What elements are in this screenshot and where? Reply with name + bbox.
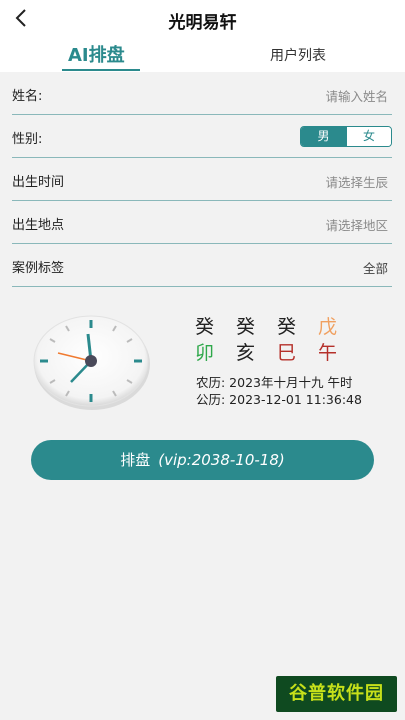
hour-branch: 午 <box>318 342 338 364</box>
gender-male-option[interactable]: 男 <box>301 127 346 146</box>
name-input[interactable]: 请输入姓名 <box>325 86 388 105</box>
gender-row: 性别: 男 女 <box>12 115 392 158</box>
paipan-button-label: 排盘 <box>120 451 151 469</box>
bazi-pillars: 癸 癸 癸 戊 卯 亥 巳 午 <box>195 314 346 366</box>
birth-time-label: 出生时间 <box>12 175 65 190</box>
hour-stem: 戊 <box>318 316 338 338</box>
tab-ai-paipan[interactable]: AI排盘 <box>68 41 125 67</box>
top-bar: 光明易轩 <box>0 0 405 38</box>
birth-place-row[interactable]: 出生地点 请选择地区 <box>12 201 392 244</box>
year-branch: 卯 <box>195 342 215 364</box>
birth-place-picker[interactable]: 请选择地区 <box>325 215 388 234</box>
tab-user-list[interactable]: 用户列表 <box>270 45 326 65</box>
gender-toggle[interactable]: 男 女 <box>300 126 392 147</box>
name-label: 姓名: <box>12 89 43 104</box>
page-title: 光明易轩 <box>168 13 237 33</box>
vip-expiry: (vip:2038-10-18) <box>158 451 285 469</box>
watermark-logo: 谷普软件园 <box>276 676 397 712</box>
year-stem: 癸 <box>195 316 215 338</box>
day-branch: 巳 <box>277 342 297 364</box>
active-tab-indicator <box>62 69 140 71</box>
case-tag-select[interactable]: 全部 <box>363 258 388 277</box>
gender-label: 性别: <box>12 132 43 147</box>
month-branch: 亥 <box>236 342 256 364</box>
case-tag-label: 案例标签 <box>12 261 65 276</box>
gender-female-option[interactable]: 女 <box>345 127 391 146</box>
earthly-branches-row: 卯 亥 巳 午 <box>195 340 346 366</box>
month-stem: 癸 <box>236 316 256 338</box>
birth-time-row[interactable]: 出生时间 请选择生辰 <box>12 158 392 201</box>
day-stem: 癸 <box>277 316 297 338</box>
solar-date: 公历: 2023-12-01 11:36:48 <box>196 392 362 407</box>
clock-icon <box>33 315 150 410</box>
case-tag-row[interactable]: 案例标签 全部 <box>12 244 392 287</box>
tab-bar: AI排盘 用户列表 <box>0 38 405 72</box>
birth-time-picker[interactable]: 请选择生辰 <box>325 172 388 191</box>
paipan-button[interactable]: 排盘 (vip:2038-10-18) <box>31 440 374 480</box>
heavenly-stems-row: 癸 癸 癸 戊 <box>195 314 346 340</box>
name-row[interactable]: 姓名: 请输入姓名 <box>12 72 392 115</box>
birth-place-label: 出生地点 <box>12 218 65 233</box>
